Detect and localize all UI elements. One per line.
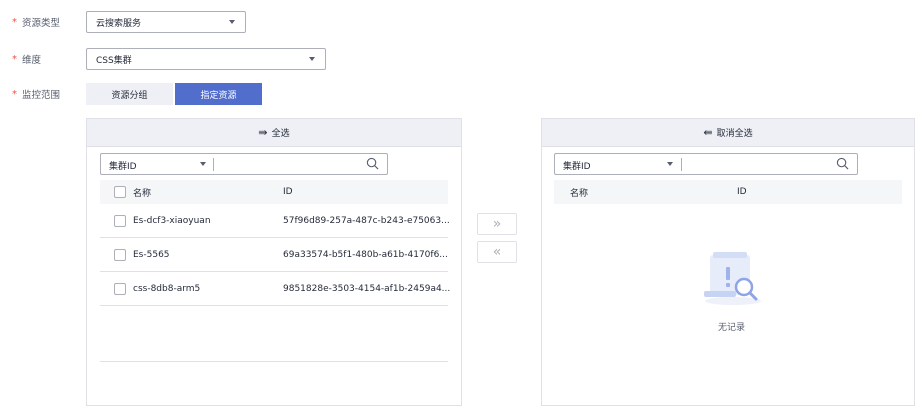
empty-records-icon — [704, 252, 761, 305]
search-divider — [213, 158, 214, 171]
table-bottom-divider — [100, 361, 448, 362]
row-id: 57f96d89-257a-487c-b243-e75063... — [283, 215, 450, 226]
required-mark: * — [12, 88, 17, 100]
resource-type-label: 资源类型 — [22, 18, 61, 29]
search-field-select[interactable]: 集群ID — [109, 159, 137, 172]
right-search-box[interactable]: 集群ID — [554, 153, 858, 175]
column-name: 名称 — [570, 188, 589, 199]
search-divider — [681, 158, 682, 171]
chevron-down-icon — [309, 57, 315, 61]
column-name: 名称 — [133, 188, 152, 199]
column-id: ID — [737, 187, 747, 197]
selected-resources-panel: ⇚ 取消全选 集群ID 名称 ID 无记录 — [541, 118, 915, 406]
left-search-box[interactable]: 集群ID — [100, 153, 388, 175]
select-all-label: 全选 — [271, 129, 290, 139]
empty-records-text: 无记录 — [718, 323, 746, 333]
row-id: 69a33574-b5f1-480b-a61b-4170f6... — [283, 249, 448, 260]
resource-type-select[interactable]: 云搜索服务 — [86, 11, 246, 33]
monitor-scope-row: * 监控范围 — [0, 83, 80, 105]
available-resources-panel: ⇛ 全选 集群ID 名称 ID Es-dcf3-xiaoyuan 57f96d8… — [86, 118, 462, 406]
row-name: Es-dcf3-xiaoyuan — [133, 215, 211, 226]
deselect-all-header[interactable]: ⇚ 取消全选 — [542, 119, 914, 147]
row-checkbox[interactable] — [114, 215, 126, 227]
search-icon[interactable] — [366, 157, 379, 170]
column-id: ID — [283, 187, 293, 197]
required-mark: * — [12, 53, 17, 65]
deselect-all-label: 取消全选 — [716, 129, 753, 139]
deselect-all-arrow-icon: ⇚ — [703, 126, 713, 139]
search-icon[interactable] — [836, 157, 849, 170]
select-all-header[interactable]: ⇛ 全选 — [87, 119, 461, 147]
row-checkbox[interactable] — [114, 249, 126, 261]
move-left-button[interactable]: « — [477, 241, 517, 263]
search-field-select[interactable]: 集群ID — [563, 159, 591, 172]
move-right-button[interactable]: » — [477, 213, 517, 235]
chevron-down-icon — [200, 162, 206, 166]
table-row[interactable]: Es-5565 69a33574-b5f1-480b-a61b-4170f6..… — [100, 238, 448, 272]
chevron-down-icon — [667, 162, 673, 166]
scope-option-specified-resource[interactable]: 指定资源 — [175, 83, 262, 105]
row-name: Es-5565 — [133, 249, 170, 260]
chevron-down-icon — [229, 20, 235, 24]
right-table-header: 名称 ID — [554, 180, 902, 204]
scope-option-resource-group[interactable]: 资源分组 — [86, 83, 173, 105]
dimension-label: 维度 — [22, 55, 42, 66]
left-table-header: 名称 ID — [100, 180, 448, 204]
select-all-checkbox[interactable] — [114, 186, 126, 198]
monitor-scope-label: 监控范围 — [22, 90, 61, 101]
resource-type-value: 云搜索服务 — [96, 18, 142, 29]
row-name: css-8db8-arm5 — [133, 283, 201, 294]
dimension-value: CSS集群 — [96, 55, 132, 66]
table-row[interactable]: css-8db8-arm5 9851828e-3503-4154-af1b-24… — [100, 272, 451, 306]
table-row[interactable]: Es-dcf3-xiaoyuan 57f96d89-257a-487c-b243… — [100, 204, 450, 238]
row-checkbox[interactable] — [114, 283, 126, 295]
select-all-arrow-icon: ⇛ — [258, 126, 268, 139]
dimension-select[interactable]: CSS集群 — [86, 48, 326, 70]
row-id: 9851828e-3503-4154-af1b-2459a4... — [283, 283, 451, 294]
required-mark: * — [12, 16, 17, 28]
